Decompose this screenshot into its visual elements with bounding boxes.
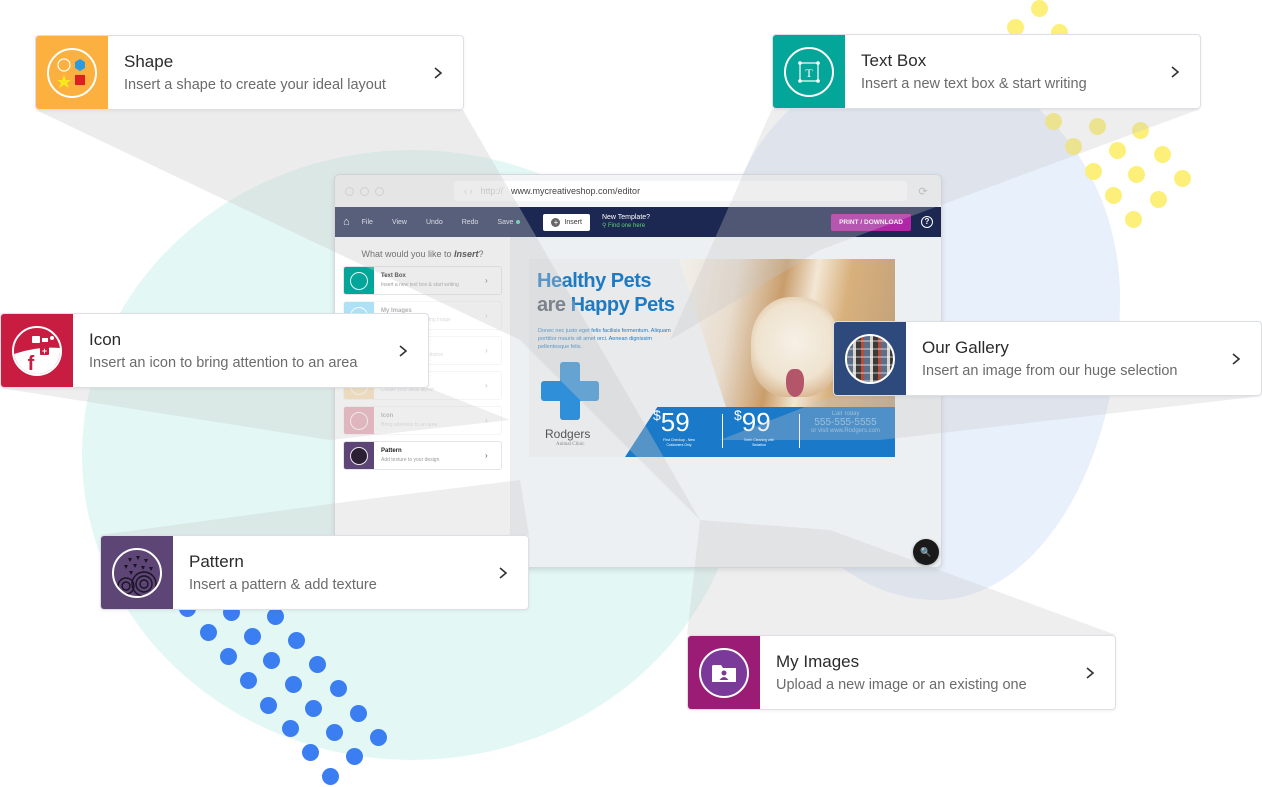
flyer-body-text: Donec nec justo eget felis facilisis fer… [538, 328, 671, 350]
clinic-logo-icon [541, 362, 599, 420]
design-canvas[interactable]: Healthy Pets are Happy Pets Donec nec ju… [511, 237, 941, 567]
url-text: www.mycreativeshop.com/editor [511, 186, 641, 196]
help-icon[interactable]: ? [921, 216, 933, 228]
chevron-right-icon [1065, 636, 1115, 709]
clinic-name: Rodgers [545, 427, 591, 441]
sidebar-item-pattern[interactable]: Pattern Add texture to your design › [343, 441, 502, 470]
shape-category-icon [36, 36, 108, 109]
price-divider [799, 414, 800, 448]
chevron-right-icon [478, 536, 528, 609]
menu-redo[interactable]: Redo [462, 219, 479, 226]
text-box-icon [344, 267, 374, 294]
card-our-gallery[interactable]: Our Gallery Insert an image from our hug… [833, 321, 1262, 396]
chevron-right-icon: › [485, 311, 488, 320]
card-title: Pattern [189, 552, 244, 571]
sidebar-item-text-box[interactable]: Text Box Insert a new text box & start wr… [343, 266, 502, 295]
call-block: Call Today 555-555-5555 or visit www.Rod… [811, 411, 881, 434]
price-1: $59 [653, 407, 690, 437]
price-divider [722, 414, 723, 448]
card-icon[interactable]: + f Icon Insert an icon to bring attenti… [0, 313, 429, 388]
chevron-right-icon: › [485, 416, 488, 425]
reload-icon[interactable]: ⟳ [915, 185, 931, 198]
nav-arrows-icon[interactable]: ‹ › [464, 186, 473, 196]
card-title: Icon [89, 330, 122, 349]
chevron-right-icon: › [485, 451, 488, 460]
print-download-button[interactable]: PRINT / DOWNLOAD [831, 213, 911, 231]
menu-view[interactable]: View [392, 219, 407, 226]
price-2: $99 [734, 407, 771, 437]
menu-save[interactable]: Save [497, 219, 521, 226]
menu-undo[interactable]: Undo [426, 219, 443, 226]
chevron-right-icon [413, 36, 463, 109]
chevron-right-icon [1150, 35, 1200, 108]
price-2-note: Teeth Cleaning with Sedation [743, 438, 775, 447]
insert-sidebar: What would you like to Insert? Text Box I… [335, 237, 511, 567]
card-description: Insert an icon to bring attention to an … [89, 355, 358, 371]
dog-tongue [786, 369, 804, 397]
chevron-right-icon: › [485, 346, 488, 355]
card-shape[interactable]: Shape Insert a shape to create your idea… [35, 35, 464, 110]
sidebar-item-icon[interactable]: Icon Bring attention to an area › [343, 406, 502, 435]
find-template-link[interactable]: ⚲ Find one here [602, 222, 650, 231]
price-1-note: First Checkup - New Customers Only [663, 438, 695, 447]
sidebar-question: What would you like to Insert? [361, 249, 484, 259]
svg-text:T: T [805, 66, 813, 80]
chevron-right-icon: › [485, 381, 488, 390]
pattern-category-icon [101, 536, 173, 609]
card-title: My Images [776, 652, 860, 671]
clinic-subtitle: Animal Clinic [556, 442, 585, 447]
card-title: Text Box [861, 51, 927, 70]
plus-icon: + [551, 217, 561, 227]
new-template-title: New Template? [601, 214, 651, 221]
new-template-prompt[interactable]: New Template? ⚲ Find one here [602, 213, 650, 231]
menu-file[interactable]: File [362, 219, 373, 226]
pattern-icon [344, 442, 374, 469]
zoom-button[interactable]: 🔍 [913, 539, 939, 565]
zoom-icon: 🔍 [920, 546, 932, 557]
url-protocol: http:// [480, 186, 504, 196]
card-description: Insert an image from our huge selection [922, 363, 1178, 379]
card-my-images[interactable]: My Images Upload a new image or an exist… [687, 635, 1116, 710]
svg-text:+: + [42, 346, 47, 356]
my-images-category-icon [688, 636, 760, 709]
gallery-category-icon [834, 322, 906, 395]
chevron-right-icon [378, 314, 428, 387]
address-bar[interactable]: ‹ › http:// www.mycreativeshop.com/edito… [454, 181, 907, 201]
chevron-right-icon [1211, 322, 1261, 395]
card-title: Shape [124, 52, 174, 71]
text-box-category-icon: T [773, 35, 845, 108]
browser-chrome: ‹ › http:// www.mycreativeshop.com/edito… [335, 175, 941, 207]
card-description: Insert a new text box & start writing [861, 76, 1087, 92]
flyer-headline: Healthy Pets are Happy Pets [537, 270, 675, 316]
svg-text:f: f [28, 353, 35, 374]
insert-button[interactable]: + Insert [543, 213, 590, 231]
card-description: Insert a shape to create your ideal layo… [124, 77, 386, 93]
saved-indicator-icon [516, 219, 521, 224]
home-icon[interactable]: ⌂ [343, 216, 350, 228]
card-description: Upload a new image or an existing one [776, 677, 1027, 693]
editor-toolbar: ⌂ File View Undo Redo Save + Insert New … [335, 207, 941, 237]
chevron-right-icon: › [485, 276, 488, 285]
icon-category-icon: + f [1, 314, 73, 387]
card-pattern[interactable]: Pattern Insert a pattern & add texture [100, 535, 529, 610]
icon-category-icon [344, 407, 374, 434]
card-title: Our Gallery [922, 338, 1009, 357]
card-text-box[interactable]: T Text Box Insert a new text box & start… [772, 34, 1201, 109]
insert-label: Insert [564, 218, 582, 226]
card-description: Insert a pattern & add texture [189, 577, 377, 593]
window-controls [345, 186, 384, 196]
